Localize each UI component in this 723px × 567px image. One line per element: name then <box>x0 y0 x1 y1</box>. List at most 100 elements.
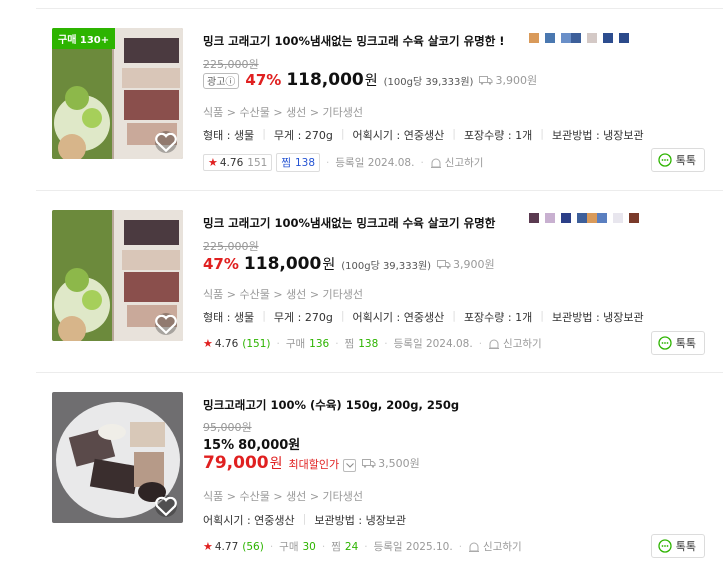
price-line: 15% 80,000원 <box>203 434 300 453</box>
talk-bubble-icon <box>658 336 672 350</box>
talk-bubble-icon <box>658 153 672 167</box>
truck-icon <box>437 260 451 269</box>
breadcrumb-sep: > <box>309 490 323 503</box>
redacted-title-part <box>529 213 639 223</box>
category-link[interactable]: 기타생선 <box>323 106 363 119</box>
category-link[interactable]: 기타생선 <box>323 288 363 301</box>
product-title[interactable]: 밍크 고래고기 100%냄새없는 밍크고래 수육 살코기 유명한 ! <box>203 33 505 49</box>
ad-label[interactable]: 광고ⓘ <box>203 72 240 89</box>
category-link[interactable]: 생선 <box>286 490 306 503</box>
registered-date: 등록일 2024.08. <box>393 338 473 350</box>
heart-icon[interactable] <box>155 313 177 335</box>
category-link[interactable]: 수산물 <box>239 288 269 301</box>
talktalk-label: 톡톡 <box>675 337 696 350</box>
review-count: 151 <box>247 156 268 169</box>
spec-item: 보관방법 : 냉장보관 <box>314 514 407 527</box>
review-count[interactable]: (56) <box>242 541 264 553</box>
price-line: 광고ⓘ 47% 118,000 원 (100g당 39,333원) 3,900원 <box>203 70 537 90</box>
shipping-fee-value: 3,500원 <box>378 457 420 470</box>
star-icon: ★ <box>203 540 213 553</box>
spec-item: 형태 : 생물 <box>203 129 255 142</box>
breadcrumb: 식품 > 수산물 > 생선 > 기타생선 <box>203 488 363 504</box>
zzim-box[interactable]: 찜 138 <box>276 153 321 172</box>
category-link[interactable]: 기타생선 <box>323 490 363 503</box>
talktalk-label: 톡톡 <box>675 154 696 167</box>
category-link[interactable]: 식품 <box>203 106 223 119</box>
max-discount-label: 최대할인가 <box>288 458 340 471</box>
divider <box>36 8 723 9</box>
rating-box[interactable]: ★ 4.76 151 <box>203 154 273 171</box>
shipping-fee-value: 3,900원 <box>453 258 495 271</box>
shipping-fee: 3,500원 <box>362 455 420 471</box>
breadcrumb-sep: > <box>226 490 240 503</box>
spec-item: 형태 : 생물 <box>203 311 255 324</box>
report-button[interactable]: 신고하기 <box>488 336 542 351</box>
product-title[interactable]: 밍크고래고기 100% (수육) 150g, 200g, 250g <box>203 397 459 413</box>
report-label: 신고하기 <box>503 338 542 350</box>
category-link[interactable]: 생선 <box>286 288 306 301</box>
discount-rate: 47% <box>203 255 239 273</box>
category-link[interactable]: 수산물 <box>239 490 269 503</box>
divider <box>36 372 723 373</box>
talktalk-button[interactable]: 톡톡 <box>650 148 705 172</box>
spec-item: 포장수량 : 1개 <box>463 311 533 324</box>
review-count[interactable]: (151) <box>242 338 270 350</box>
chevron-down-icon[interactable] <box>343 459 357 472</box>
star-icon: ★ <box>203 337 213 350</box>
category-link[interactable]: 생선 <box>286 106 306 119</box>
divider <box>36 190 723 191</box>
category-link[interactable]: 식품 <box>203 490 223 503</box>
sale-price: 79,000 <box>203 453 269 473</box>
spec-item: 무게 : 270g <box>273 311 333 324</box>
report-button[interactable]: 신고하기 <box>468 539 522 554</box>
purchase-label: 구매 <box>279 541 299 553</box>
heart-icon[interactable] <box>155 131 177 153</box>
shipping-fee: 3,900원 <box>437 256 495 272</box>
zzim-label: 찜 <box>281 157 291 169</box>
purchase-label: 구매 <box>285 338 306 350</box>
talktalk-button[interactable]: 톡톡 <box>650 534 705 558</box>
talktalk-label: 톡톡 <box>675 540 696 553</box>
product-thumbnail[interactable] <box>52 210 183 341</box>
spec-item: 어획시기 : 연중생산 <box>352 129 445 142</box>
purchase-count: 30 <box>302 540 316 553</box>
meta-row: ★ 4.76 151 찜 138 · 등록일 2024.08. · 신고하기 <box>203 153 483 172</box>
currency: 원 <box>364 73 378 89</box>
talktalk-button[interactable]: 톡톡 <box>650 331 705 355</box>
category-link[interactable]: 식품 <box>203 288 223 301</box>
currency: 원 <box>322 257 336 273</box>
spec-list: 어획시기 : 연중생산 | 보관방법 : 냉장보관 <box>203 512 407 527</box>
bell-report-icon <box>430 158 441 168</box>
breadcrumb: 식품 > 수산물 > 생선 > 기타생선 <box>203 286 363 302</box>
meta-row: ★ 4.76 (151) · 구매 136 · 찜 138 · 등록일 2024… <box>203 336 542 351</box>
unit-price: (100g당 39,333원) <box>383 77 474 88</box>
category-link[interactable]: 수산물 <box>239 106 269 119</box>
breadcrumb-sep: > <box>226 288 240 301</box>
breadcrumb-sep: > <box>273 288 287 301</box>
spec-item: 포장수량 : 1개 <box>463 129 533 142</box>
report-label: 신고하기 <box>444 157 484 169</box>
rating-score[interactable]: 4.76 <box>215 338 238 350</box>
shipping-fee: 3,900원 <box>479 72 537 88</box>
zzim-label: 찜 <box>344 338 355 350</box>
product-title[interactable]: 밍크 고래고기 100%냄새없는 밍크고래 수육 살코기 유명한 <box>203 215 495 231</box>
spec-item: 어획시기 : 연중생산 <box>203 514 295 527</box>
spec-item: 보관방법 : 냉장보관 <box>551 311 644 324</box>
zzim-label: 찜 <box>331 541 341 553</box>
purchase-count-badge: 구매 130+ <box>52 28 116 49</box>
product-thumbnail[interactable] <box>52 392 183 523</box>
redacted-title-part <box>529 33 629 43</box>
spec-item: 보관방법 : 냉장보관 <box>551 129 644 142</box>
bell-report-icon <box>489 339 500 349</box>
heart-icon[interactable] <box>155 495 177 517</box>
price: 118,000 <box>243 254 322 274</box>
rating-score: 4.76 <box>219 156 244 169</box>
price: 80,000원 <box>238 438 301 453</box>
truck-icon <box>362 459 376 468</box>
product-thumbnail[interactable]: 구매 130+ <box>52 28 183 159</box>
breadcrumb-sep: > <box>273 490 287 503</box>
original-price: 225,000원 <box>203 240 259 253</box>
rating-score[interactable]: 4.77 <box>215 541 238 553</box>
registered-date: 등록일 2024.08. <box>335 157 415 169</box>
report-button[interactable]: 신고하기 <box>430 155 484 170</box>
